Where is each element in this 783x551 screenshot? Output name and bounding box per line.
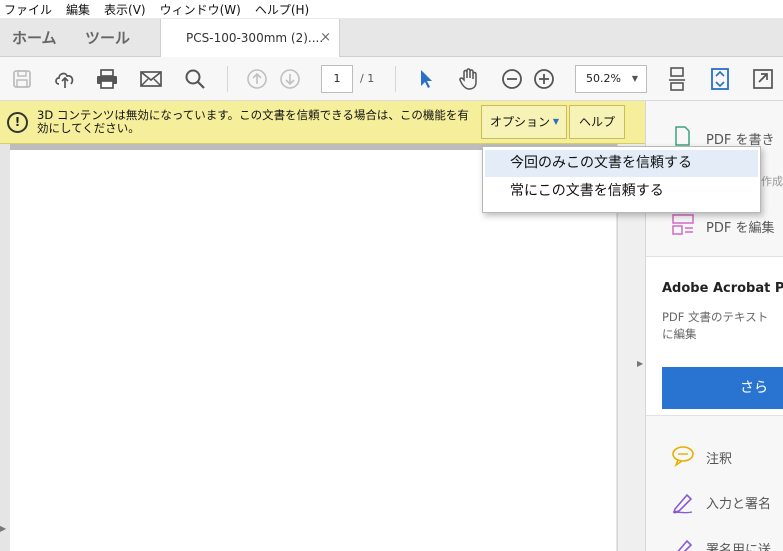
options-dropdown-menu: 今回のみこの文書を信頼する 常にこの文書を信頼する bbox=[482, 146, 761, 213]
menu-item-trust-always[interactable]: 常にこの文書を信頼する bbox=[485, 178, 758, 205]
hand-icon[interactable] bbox=[454, 64, 484, 94]
fill-sign-icon bbox=[671, 491, 693, 514]
select-pointer-icon[interactable] bbox=[411, 64, 441, 94]
promo-title: Adobe Acrobat P bbox=[662, 281, 783, 296]
caret-down-icon: ▼ bbox=[552, 117, 559, 126]
page-up-icon[interactable] bbox=[242, 64, 272, 94]
zoom-in-icon[interactable] bbox=[529, 64, 559, 94]
left-panel-expand-icon[interactable]: ▶ bbox=[0, 524, 6, 533]
tab-home[interactable]: ホーム bbox=[12, 19, 57, 57]
menu-window[interactable]: ウィンドウ(W) bbox=[160, 1, 241, 18]
upload-icon[interactable] bbox=[50, 64, 80, 94]
print-icon[interactable] bbox=[92, 64, 122, 94]
options-button[interactable]: オプション ▼ bbox=[481, 105, 567, 139]
zoom-value: 50.2% bbox=[586, 72, 621, 85]
close-icon[interactable]: × bbox=[320, 19, 331, 57]
toolbar-divider bbox=[227, 66, 228, 92]
tab-tools[interactable]: ツール bbox=[85, 19, 130, 57]
promo-cta-button[interactable]: さら bbox=[662, 367, 783, 409]
chevron-down-icon: ▼ bbox=[631, 74, 638, 83]
create-pdf-icon bbox=[671, 125, 693, 147]
promo-description: PDF 文書のテキスト に編集 bbox=[662, 309, 768, 343]
menu-edit[interactable]: 編集 bbox=[66, 1, 90, 18]
zoom-select[interactable]: 50.2% ▼ bbox=[575, 65, 647, 93]
tool-send-for-signature[interactable]: 署名用に送 bbox=[706, 539, 771, 551]
toolbar: 1 / 1 50.2% ▼ bbox=[0, 57, 783, 101]
scroll-mode-icon[interactable] bbox=[662, 64, 692, 94]
comment-icon bbox=[671, 445, 694, 468]
search-icon[interactable] bbox=[180, 64, 210, 94]
page-down-icon[interactable] bbox=[275, 64, 305, 94]
tool-edit-pdf[interactable]: PDF を編集 bbox=[706, 217, 774, 236]
tab-document[interactable]: PCS-100-300mm (2).... × bbox=[160, 19, 340, 57]
edit-pdf-icon bbox=[671, 213, 694, 235]
tool-comment[interactable]: 注釈 bbox=[706, 448, 732, 467]
fullscreen-icon[interactable] bbox=[748, 64, 778, 94]
fit-page-icon[interactable] bbox=[705, 64, 735, 94]
acrobat-promo-card: Adobe Acrobat P PDF 文書のテキスト に編集 さら bbox=[646, 256, 783, 416]
toolbar-divider bbox=[395, 66, 396, 92]
tool-combine-label[interactable]: 作成 bbox=[761, 173, 783, 189]
notification-message: 3D コンテンツは無効になっています。この文書を信頼できる場合は、この機能を有効… bbox=[37, 108, 469, 135]
promo-desc-line1: PDF 文書のテキスト bbox=[662, 310, 769, 324]
warning-icon: ! bbox=[7, 112, 28, 133]
document-tab-title: PCS-100-300mm (2).... bbox=[186, 31, 324, 45]
right-pane-collapse-icon[interactable]: ▶ bbox=[637, 359, 643, 368]
page-number-input[interactable]: 1 bbox=[321, 65, 353, 93]
menu-item-trust-once[interactable]: 今回のみこの文書を信頼する bbox=[485, 150, 758, 177]
promo-desc-line2: に編集 bbox=[662, 327, 697, 341]
help-button[interactable]: ヘルプ bbox=[569, 105, 625, 139]
tab-bar: ホーム ツール PCS-100-300mm (2).... × bbox=[0, 19, 783, 57]
menu-view[interactable]: 表示(V) bbox=[104, 1, 146, 18]
zoom-out-icon[interactable] bbox=[497, 64, 527, 94]
tool-fill-sign[interactable]: 入力と署名 bbox=[706, 493, 771, 512]
menu-file[interactable]: ファイル bbox=[4, 1, 52, 18]
send-for-signature-icon bbox=[671, 537, 693, 551]
menu-bar: ファイル 編集 表示(V) ウィンドウ(W) ヘルプ(H) bbox=[0, 0, 783, 19]
menu-help[interactable]: ヘルプ(H) bbox=[255, 1, 309, 18]
mail-icon[interactable] bbox=[136, 64, 166, 94]
page-total: / 1 bbox=[360, 72, 375, 85]
options-button-label: オプション bbox=[490, 115, 551, 129]
save-icon[interactable] bbox=[7, 64, 37, 94]
